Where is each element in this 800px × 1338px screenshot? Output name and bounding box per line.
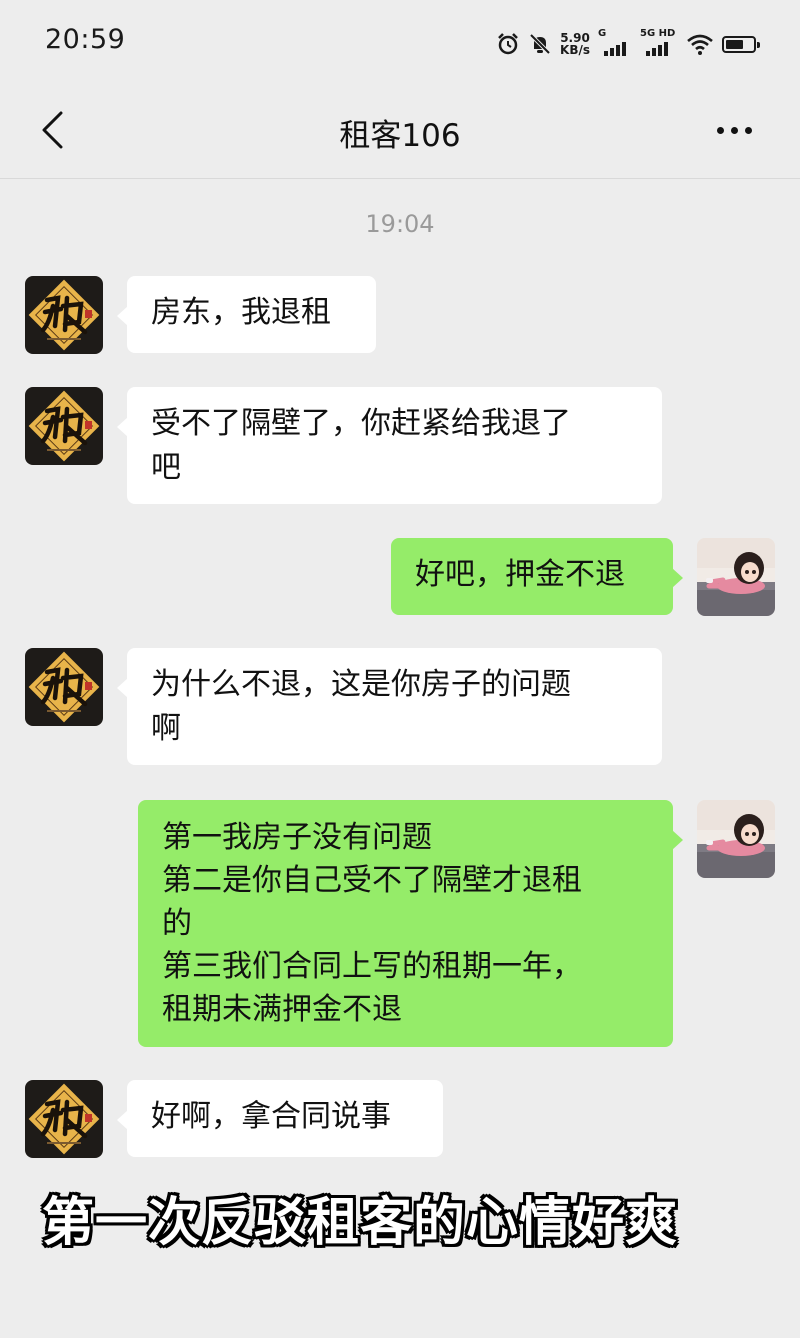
more-options-button[interactable] <box>706 108 762 152</box>
self-avatar[interactable] <box>697 800 775 878</box>
chat-title: 租客106 <box>339 118 461 154</box>
message-bubble-outgoing[interactable]: 第一我房子没有问题 第二是你自己受不了隔壁才退租 的 第三我们合同上写的租期一年… <box>138 800 683 1047</box>
contact-avatar[interactable] <box>25 648 103 726</box>
signal-label-sim1: G <box>598 28 607 39</box>
message-timestamp: 19:04 <box>365 210 435 238</box>
alarm-icon <box>498 33 518 55</box>
contact-avatar[interactable] <box>25 276 103 354</box>
contact-avatar[interactable] <box>25 1080 103 1158</box>
status-bar: 20:59 5.90 KB/s G 5G HD <box>0 0 800 86</box>
message-bubble-outgoing[interactable]: 好吧，押金不退 <box>391 538 683 615</box>
signal-strength-sim2: 5G HD <box>640 28 678 58</box>
signal-label-sim2: 5G HD <box>640 28 676 39</box>
mute-icon <box>529 33 551 55</box>
message-bubble-incoming[interactable]: 好啊，拿合同说事 <box>117 1080 443 1157</box>
status-icons: 5.90 KB/s G 5G HD <box>496 28 760 60</box>
battery-icon <box>722 35 760 53</box>
message-bubble-incoming[interactable]: 受不了隔壁了，你赶紧给我退了 吧 <box>117 387 662 504</box>
signal-bars-icon <box>604 42 626 56</box>
self-avatar[interactable] <box>697 538 775 616</box>
contact-avatar[interactable] <box>25 387 103 465</box>
signal-strength-sim1: G <box>598 28 632 58</box>
net-speed-unit: KB/s <box>560 43 590 57</box>
chat-header: 租客106 <box>0 86 800 179</box>
signal-bars-icon <box>646 42 668 56</box>
net-speed: 5.90 KB/s <box>560 32 590 56</box>
message-bubble-incoming[interactable]: 为什么不退，这是你房子的问题 啊 <box>117 648 662 765</box>
wifi-icon <box>687 34 713 55</box>
status-time: 20:59 <box>45 24 126 55</box>
message-bubble-incoming[interactable]: 房东，我退租 <box>117 276 376 353</box>
overlay-caption: 第一次反驳租客的心情好爽 <box>42 1193 679 1253</box>
more-dots-icon <box>716 126 724 134</box>
